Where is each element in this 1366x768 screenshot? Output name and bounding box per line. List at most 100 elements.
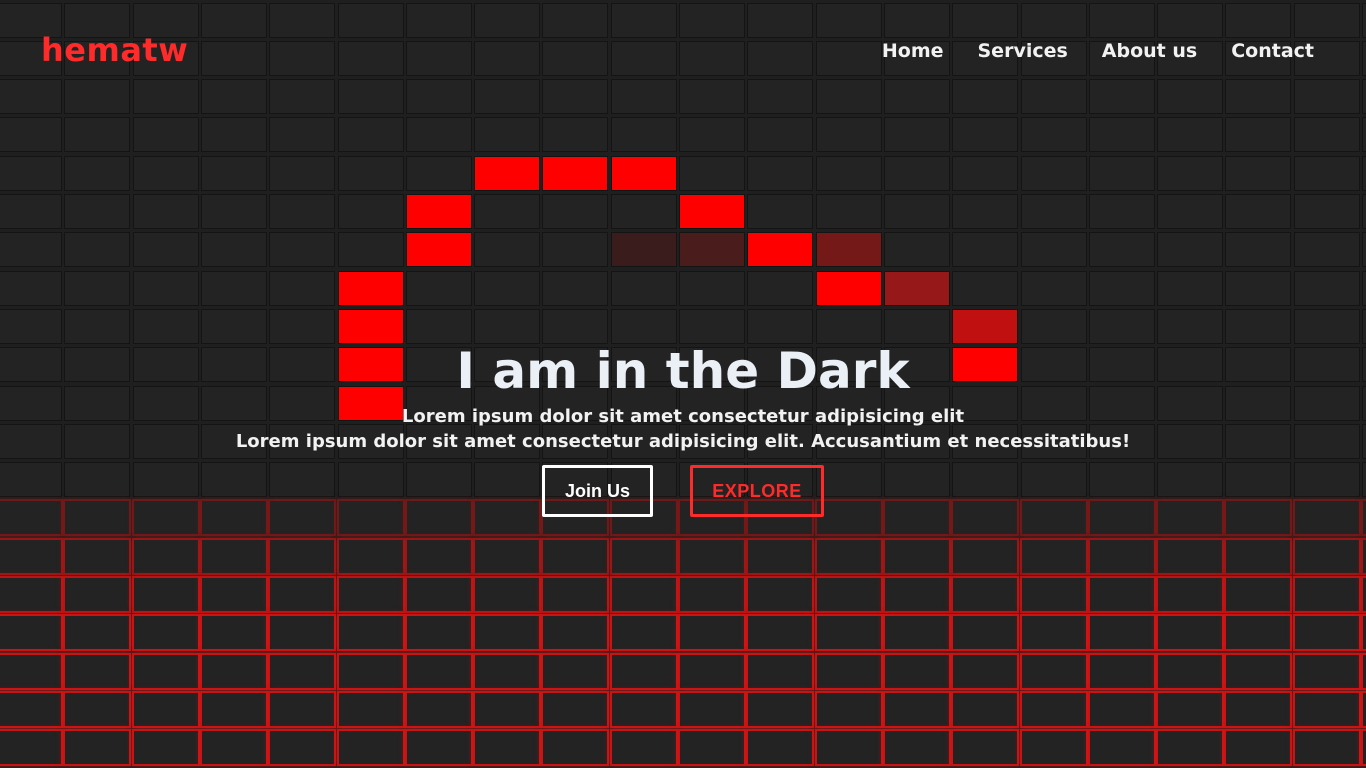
grid-tile	[816, 118, 881, 152]
grid-tile	[1158, 616, 1223, 650]
grid-tile	[0, 233, 61, 267]
grid-tile	[65, 578, 130, 611]
grid-tile	[1089, 271, 1154, 305]
grid-tile	[1089, 539, 1154, 573]
grid-tile	[406, 80, 471, 114]
grid-tile	[884, 195, 949, 228]
grid-tile	[133, 692, 198, 726]
grid-tile	[270, 731, 335, 765]
grid-tile	[0, 195, 61, 228]
grid-tile	[816, 654, 881, 688]
grid-tile	[953, 731, 1018, 765]
grid-tile	[680, 156, 744, 190]
grid-tile	[406, 3, 471, 37]
grid-tile	[1158, 731, 1223, 765]
grid-tile	[406, 156, 471, 190]
grid-tile	[748, 539, 813, 573]
grid-tile	[201, 271, 266, 305]
grid-tile	[1294, 195, 1359, 228]
grid-tile	[1226, 539, 1291, 573]
explore-button[interactable]: EXPLORE	[690, 465, 824, 517]
grid-tile	[680, 80, 744, 114]
grid-tile	[406, 578, 471, 611]
grid-tile	[680, 616, 744, 650]
grid-tile	[953, 578, 1018, 611]
grid-tile	[65, 156, 130, 190]
grid-tile	[748, 654, 813, 688]
grid-tile	[884, 578, 949, 611]
nav-about-link[interactable]: About us	[1102, 38, 1197, 64]
grid-tile	[884, 80, 949, 114]
grid-tile	[65, 195, 130, 228]
grid-tile	[884, 539, 949, 573]
grid-tile	[1021, 654, 1086, 688]
grid-tile	[543, 539, 608, 573]
grid-tile	[543, 731, 608, 765]
grid-tile	[611, 233, 676, 267]
grid-tile	[1294, 578, 1359, 611]
brand-logo[interactable]: hematw	[41, 30, 188, 70]
grid-tile	[270, 271, 335, 305]
grid-tile	[201, 233, 266, 267]
nav-services-link[interactable]: Services	[978, 38, 1068, 64]
grid-tile	[475, 233, 540, 267]
grid-tile	[816, 578, 881, 611]
grid-tile	[201, 578, 266, 611]
grid-tile	[133, 539, 198, 573]
grid-tile	[0, 731, 61, 765]
grid-tile	[1021, 195, 1086, 228]
grid-tile	[406, 731, 471, 765]
grid-tile	[1294, 731, 1359, 765]
grid-tile	[1226, 731, 1291, 765]
grid-tile	[270, 3, 335, 37]
grid-tile	[748, 578, 813, 611]
grid-tile	[338, 654, 403, 688]
grid-tile	[611, 41, 676, 75]
grid-tile	[884, 616, 949, 650]
grid-tile	[543, 578, 608, 611]
grid-tile	[201, 539, 266, 573]
grid-tile	[1158, 692, 1223, 726]
grid-tile	[1021, 731, 1086, 765]
grid-tile	[884, 654, 949, 688]
grid-tile	[0, 616, 61, 650]
grid-tile	[1158, 80, 1223, 114]
grid-tile	[65, 80, 130, 114]
grid-tile	[884, 731, 949, 765]
grid-tile	[748, 156, 813, 190]
grid-tile	[133, 654, 198, 688]
grid-tile	[1226, 616, 1291, 650]
grid-tile	[270, 539, 335, 573]
nav-home-link[interactable]: Home	[882, 38, 944, 64]
grid-tile	[406, 539, 471, 573]
grid-tile	[406, 616, 471, 650]
grid-tile	[1158, 271, 1223, 305]
grid-tile	[1089, 156, 1154, 190]
grid-tile	[65, 233, 130, 267]
grid-tile	[1294, 692, 1359, 726]
page-stage: hematw Home Services About us Contact I …	[0, 0, 1366, 768]
grid-tile	[816, 3, 881, 37]
grid-tile	[0, 271, 61, 305]
grid-tile	[270, 616, 335, 650]
grid-tile	[406, 118, 471, 152]
grid-tile	[1226, 578, 1291, 611]
grid-tile	[1021, 233, 1086, 267]
grid-tile	[748, 271, 813, 305]
grid-tile	[748, 41, 813, 75]
grid-tile	[133, 731, 198, 765]
nav-contact-link[interactable]: Contact	[1231, 38, 1314, 64]
grid-tile	[270, 233, 335, 267]
grid-tile	[475, 271, 540, 305]
grid-tile	[270, 80, 335, 114]
grid-tile	[1021, 692, 1086, 726]
grid-tile	[201, 616, 266, 650]
grid-tile	[611, 616, 676, 650]
grid-tile	[338, 692, 403, 726]
join-us-button[interactable]: Join Us	[542, 465, 653, 517]
grid-tile	[1226, 195, 1291, 228]
grid-tile	[543, 233, 608, 267]
grid-tile	[270, 692, 335, 726]
grid-tile	[1158, 156, 1223, 190]
grid-tile	[543, 692, 608, 726]
